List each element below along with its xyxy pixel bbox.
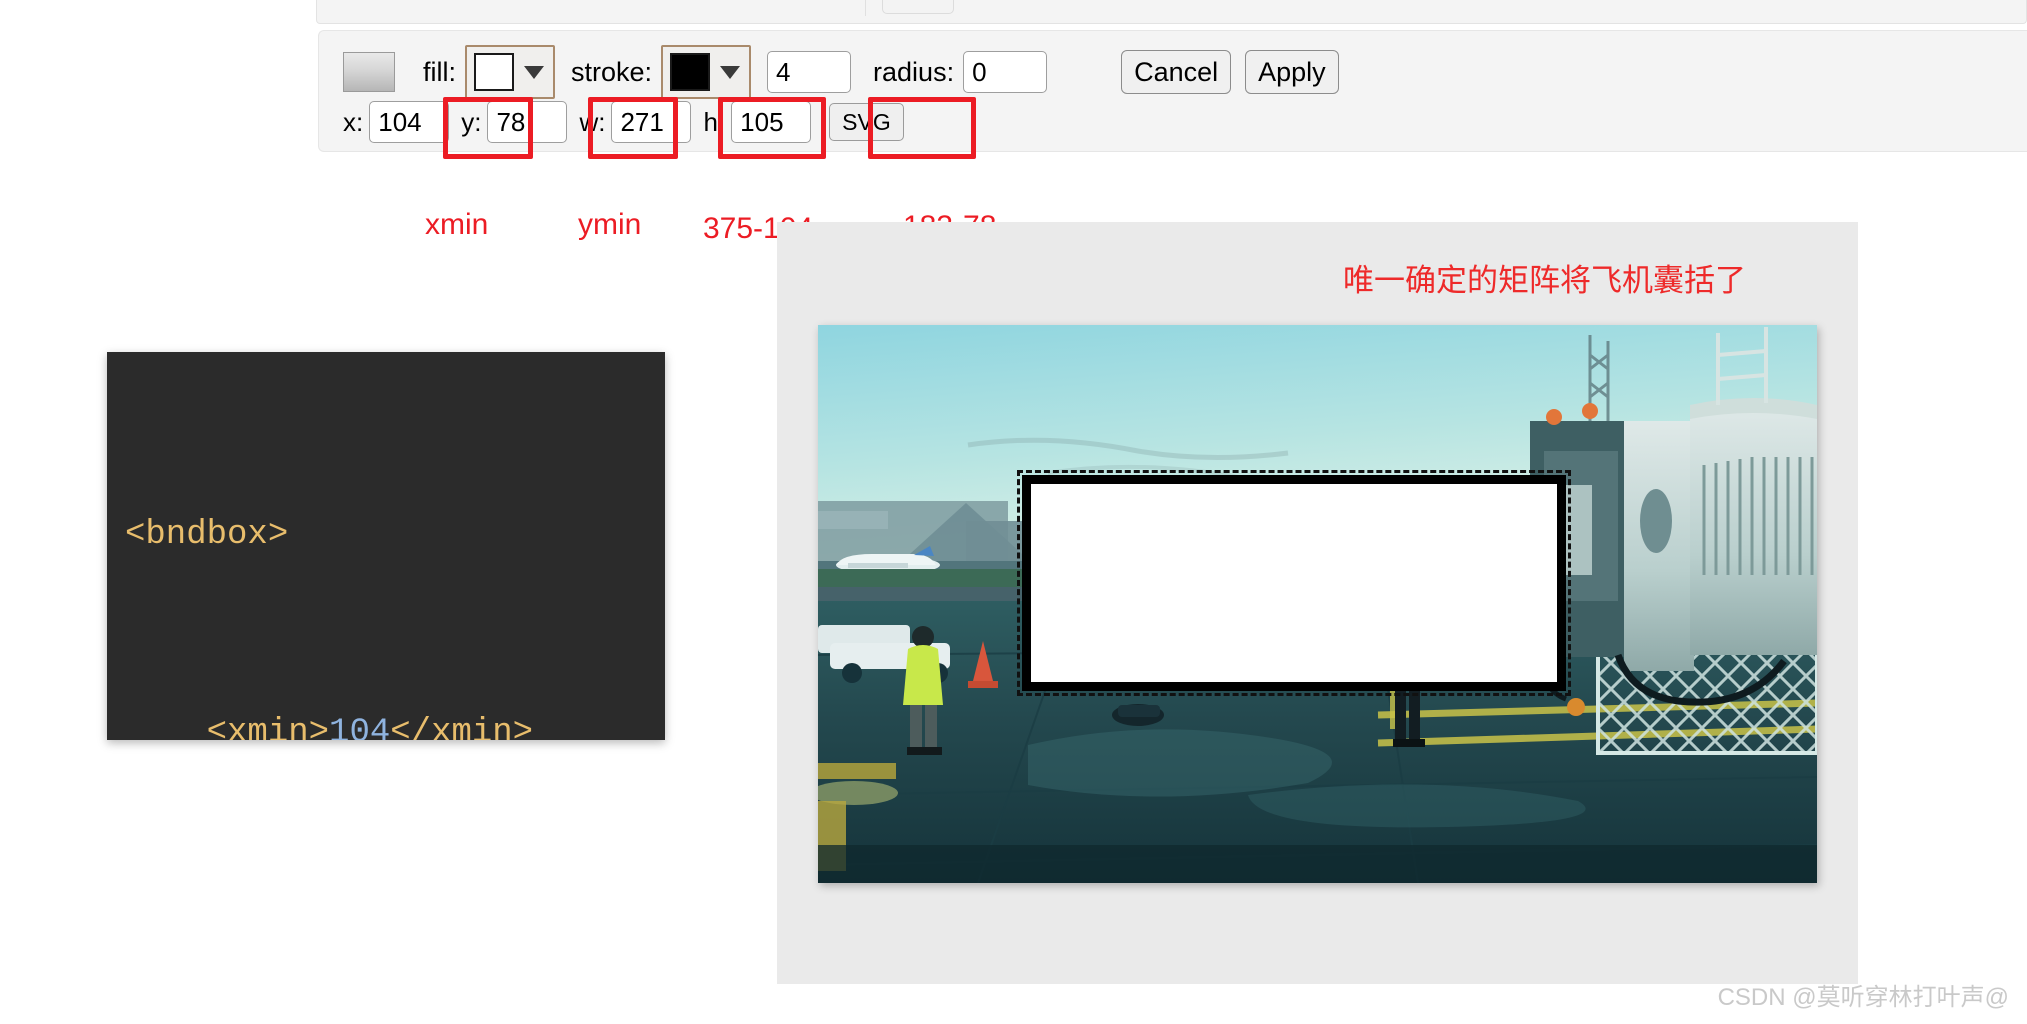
y-label: y:: [461, 107, 482, 137]
code-line-bndbox-open: <bndbox>: [125, 516, 289, 554]
corner-radius-input[interactable]: [963, 51, 1048, 93]
canvas-annotation-note: 唯一确定的矩阵将飞机囊括了: [1343, 263, 1746, 298]
fill-color-picker[interactable]: [465, 45, 555, 99]
x-input[interactable]: [369, 101, 450, 143]
shape-properties-panel: fill: stroke: radius: Cancel Apply x: y:…: [318, 30, 2027, 152]
top-toolbar-button[interactable]: [882, 0, 954, 14]
stroke-color-picker[interactable]: [661, 45, 752, 99]
toolbar-divider: [865, 0, 866, 16]
h-label: h:: [703, 107, 726, 137]
cancel-button[interactable]: Cancel: [1121, 50, 1232, 94]
chevron-down-icon[interactable]: [524, 65, 544, 79]
geometry-row: x: y: w: h: SVG: [343, 101, 904, 143]
app-root: fill: stroke: radius: Cancel Apply x: y:…: [0, 0, 2027, 1024]
annotation-xmin: xmin: [425, 208, 489, 241]
fill-color-swatch[interactable]: [474, 53, 514, 91]
style-row: fill: stroke: radius: Cancel Apply: [343, 45, 1339, 99]
fill-label: fill:: [423, 56, 456, 87]
radius-label: radius:: [873, 56, 955, 87]
apply-button[interactable]: Apply: [1245, 50, 1339, 94]
selection-marquee: [1017, 470, 1571, 696]
code-line-xmin: <xmin>104</xmin>: [206, 714, 534, 740]
csdn-watermark: CSDN @莫听穿林打叶声@: [1717, 984, 2009, 1011]
stroke-color-swatch[interactable]: [670, 53, 711, 91]
y-input[interactable]: [487, 101, 568, 143]
top-toolbar-strip: [316, 0, 2027, 24]
chevron-down-icon[interactable]: [720, 65, 741, 79]
x-label: x:: [343, 107, 364, 137]
w-input[interactable]: [611, 101, 692, 143]
stroke-width-input[interactable]: [767, 51, 852, 93]
shape-tool-preview[interactable]: [343, 52, 395, 92]
h-input[interactable]: [731, 101, 812, 143]
stroke-label: stroke:: [571, 56, 653, 87]
svg-button[interactable]: SVG: [829, 103, 904, 141]
annotation-ymin: ymin: [578, 208, 642, 241]
w-label: w:: [579, 107, 606, 137]
xml-code-block: <bndbox> <xmin>104</xmin> <ymin>78</ymin…: [107, 352, 665, 740]
